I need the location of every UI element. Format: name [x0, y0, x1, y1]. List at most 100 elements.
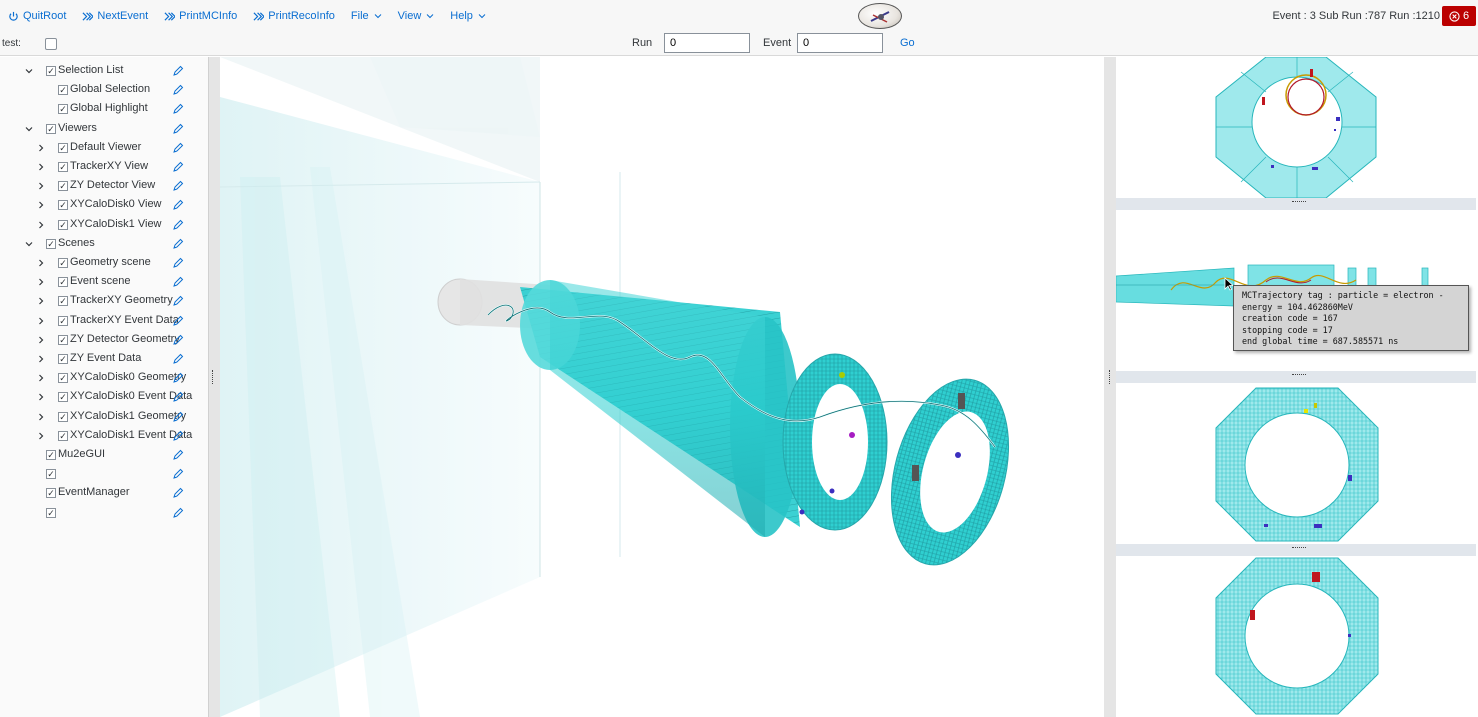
tree-item-checkbox[interactable]: ✓ [58, 258, 68, 268]
tree-item[interactable]: ✓ Global Highlight [0, 100, 200, 119]
tree-item-checkbox[interactable]: ✓ [58, 200, 68, 211]
chevron-right-icon[interactable] [36, 200, 46, 210]
chevron-right-icon[interactable] [36, 412, 46, 422]
tree-item[interactable]: ✓ [0, 465, 200, 484]
tree-item[interactable]: ✓ Mu2eGUI [0, 446, 200, 465]
tree-item-checkbox[interactable]: ✓ [58, 85, 68, 96]
pencil-icon[interactable] [172, 180, 184, 192]
help-menu[interactable]: Help [442, 0, 494, 32]
pane-splitter-1[interactable] [1116, 198, 1476, 210]
test-checkbox[interactable] [45, 38, 57, 50]
pencil-icon[interactable] [172, 84, 184, 96]
chevron-right-icon[interactable] [36, 162, 46, 172]
pane-splitter-grip[interactable] [1292, 374, 1306, 376]
tree-item[interactable]: ✓ XYCaloDisk1 Event Data [0, 427, 200, 446]
pencil-icon[interactable] [172, 161, 184, 173]
pencil-icon[interactable] [172, 199, 184, 211]
chevron-down-icon[interactable] [24, 66, 34, 76]
tree-item-checkbox[interactable]: ✓ [58, 104, 68, 115]
tree-item[interactable]: ✓ Selection List [0, 62, 200, 81]
pencil-icon[interactable] [172, 142, 184, 154]
right-splitter[interactable] [1104, 57, 1116, 717]
tree-item-checkbox[interactable]: ✓ [58, 334, 68, 345]
chevron-right-icon[interactable] [36, 431, 46, 441]
tree-item[interactable]: ✓ XYCaloDisk0 Geometry [0, 369, 200, 388]
chevron-right-icon[interactable] [36, 220, 46, 230]
pencil-icon[interactable] [172, 468, 184, 480]
run-input[interactable] [664, 33, 750, 53]
tree-item-checkbox[interactable]: ✓ [58, 354, 68, 364]
tree-item[interactable]: ✓ ZY Detector View [0, 177, 200, 196]
chevron-right-icon[interactable] [36, 143, 46, 153]
chevron-right-icon[interactable] [36, 335, 46, 345]
tree-item-checkbox[interactable]: ✓ [58, 181, 68, 192]
left-splitter[interactable] [208, 57, 220, 717]
tree-item-checkbox[interactable]: ✓ [58, 315, 68, 326]
tree-item-checkbox[interactable]: ✓ [58, 430, 68, 441]
event-input[interactable] [797, 33, 883, 53]
pencil-icon[interactable] [172, 353, 184, 365]
pencil-icon[interactable] [172, 411, 184, 423]
chevron-right-icon[interactable] [36, 316, 46, 326]
pencil-icon[interactable] [172, 257, 184, 269]
pencil-icon[interactable] [172, 103, 184, 115]
pencil-icon[interactable] [172, 334, 184, 346]
pane-splitter-3[interactable] [1116, 544, 1476, 556]
tree-item[interactable]: ✓ Event scene [0, 273, 200, 292]
error-badge[interactable]: 6 [1442, 6, 1476, 26]
tree-item-checkbox[interactable]: ✓ [58, 277, 68, 288]
right-splitter-grip[interactable] [1109, 370, 1111, 384]
tree-item-checkbox[interactable]: ✓ [46, 507, 56, 518]
pencil-icon[interactable] [172, 487, 184, 499]
tree-item-checkbox[interactable]: ✓ [46, 469, 56, 480]
pencil-icon[interactable] [172, 507, 184, 519]
tree-item-checkbox[interactable]: ✓ [58, 219, 68, 230]
left-splitter-grip[interactable] [212, 370, 214, 384]
tree-item-checkbox[interactable]: ✓ [46, 238, 56, 249]
tree-item[interactable]: ✓ XYCaloDisk0 View [0, 196, 200, 215]
pencil-icon[interactable] [172, 123, 184, 135]
tree-item-checkbox[interactable]: ✓ [58, 411, 68, 422]
pencil-icon[interactable] [172, 219, 184, 231]
tree-item[interactable]: ✓ Default Viewer [0, 139, 200, 158]
pencil-icon[interactable] [172, 315, 184, 327]
pencil-icon[interactable] [172, 430, 184, 442]
tree-item-checkbox[interactable]: ✓ [58, 162, 68, 172]
pencil-icon[interactable] [172, 276, 184, 288]
tree-item-checkbox[interactable]: ✓ [58, 373, 68, 384]
file-menu[interactable]: File [343, 0, 390, 32]
tree-item[interactable]: ✓ XYCaloDisk1 Geometry [0, 408, 200, 427]
xy-calo-disk0-view[interactable] [1116, 383, 1476, 544]
chevron-right-icon[interactable] [36, 258, 46, 268]
quit-root-button[interactable]: QuitRoot [0, 0, 74, 32]
tree-item[interactable]: ✓ EventManager [0, 484, 200, 503]
tree-item-checkbox[interactable]: ✓ [46, 66, 56, 76]
tree-item[interactable]: ✓ Global Selection [0, 81, 200, 100]
pane-splitter-grip[interactable] [1292, 201, 1306, 203]
tree-item-checkbox[interactable]: ✓ [46, 450, 56, 460]
pencil-icon[interactable] [172, 295, 184, 307]
chevron-right-icon[interactable] [36, 392, 46, 402]
tree-item[interactable]: ✓ ZY Event Data [0, 350, 200, 369]
chevron-right-icon[interactable] [36, 354, 46, 364]
view-menu[interactable]: View [390, 0, 443, 32]
tree-item[interactable]: ✓ Viewers [0, 120, 200, 139]
pencil-icon[interactable] [172, 449, 184, 461]
chevron-down-icon[interactable] [24, 124, 34, 134]
tree-item-checkbox[interactable]: ✓ [46, 488, 56, 499]
tree-item[interactable]: ✓ Scenes [0, 235, 200, 254]
chevron-right-icon[interactable] [36, 373, 46, 383]
chevron-right-icon[interactable] [36, 181, 46, 191]
pencil-icon[interactable] [172, 65, 184, 77]
chevron-right-icon[interactable] [36, 296, 46, 306]
tree-item[interactable]: ✓ TrackerXY Geometry [0, 292, 200, 311]
tree-item[interactable]: ✓ TrackerXY View [0, 158, 200, 177]
go-button[interactable]: Go [900, 37, 915, 49]
tree-item-checkbox[interactable]: ✓ [46, 123, 56, 134]
print-mc-info-button[interactable]: PrintMCInfo [156, 0, 245, 32]
tree-item-checkbox[interactable]: ✓ [58, 392, 68, 403]
pencil-icon[interactable] [172, 391, 184, 403]
pencil-icon[interactable] [172, 372, 184, 384]
chevron-right-icon[interactable] [36, 277, 46, 287]
pencil-icon[interactable] [172, 238, 184, 250]
